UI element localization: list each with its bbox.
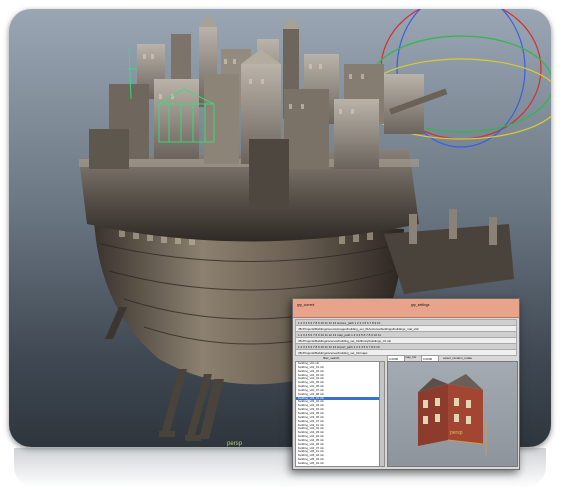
tool-header: grp_current grp_settings bbox=[293, 299, 519, 318]
map-path-value: //B:/Projects/Buildings/scenes/building_… bbox=[298, 338, 392, 343]
building-placement-tool-window[interactable]: grp_current grp_settings 1 2 3 4 5 6 7 8… bbox=[292, 298, 520, 470]
header-left-title: grp_current bbox=[297, 303, 315, 307]
header-right-title: grp_settings bbox=[411, 303, 430, 307]
building-preview-model bbox=[418, 374, 487, 456]
filter-label: filter_search bbox=[323, 356, 340, 360]
model-preview-panel: persp bbox=[387, 361, 518, 467]
viewport-camera-label: persp bbox=[227, 441, 243, 447]
value-a: 0.0000 bbox=[389, 356, 399, 361]
section-label: map_list bbox=[405, 355, 417, 359]
value-b: 0.0000 bbox=[423, 356, 433, 361]
building-file-list[interactable]: building_v01.mb building_v02_01.mb buildin… bbox=[295, 361, 381, 467]
random-rotate-label: select_random_rotate bbox=[443, 356, 473, 360]
import-path-value: //B:/Projects/Buildings/scenes/building_… bbox=[298, 350, 368, 355]
texture-path-value: //B:/Projects/Buildings/sourceimages/bui… bbox=[298, 326, 419, 331]
preview-camera-label: persp bbox=[450, 430, 463, 436]
list-item[interactable]: building_v05_04.mb bbox=[296, 461, 380, 466]
map-path-ruler: 1 2 3 4 5 6 7 8 9 10 11 12 13 map_path 1… bbox=[298, 332, 381, 337]
texture-path-ruler: 1 2 3 4 5 6 7 8 9 10 11 12 13 texture_pa… bbox=[298, 320, 381, 325]
import-path-ruler: 1 2 3 4 5 6 7 8 9 10 11 12 13 import_pat… bbox=[298, 344, 380, 349]
list-scrollbar[interactable] bbox=[379, 361, 385, 467]
